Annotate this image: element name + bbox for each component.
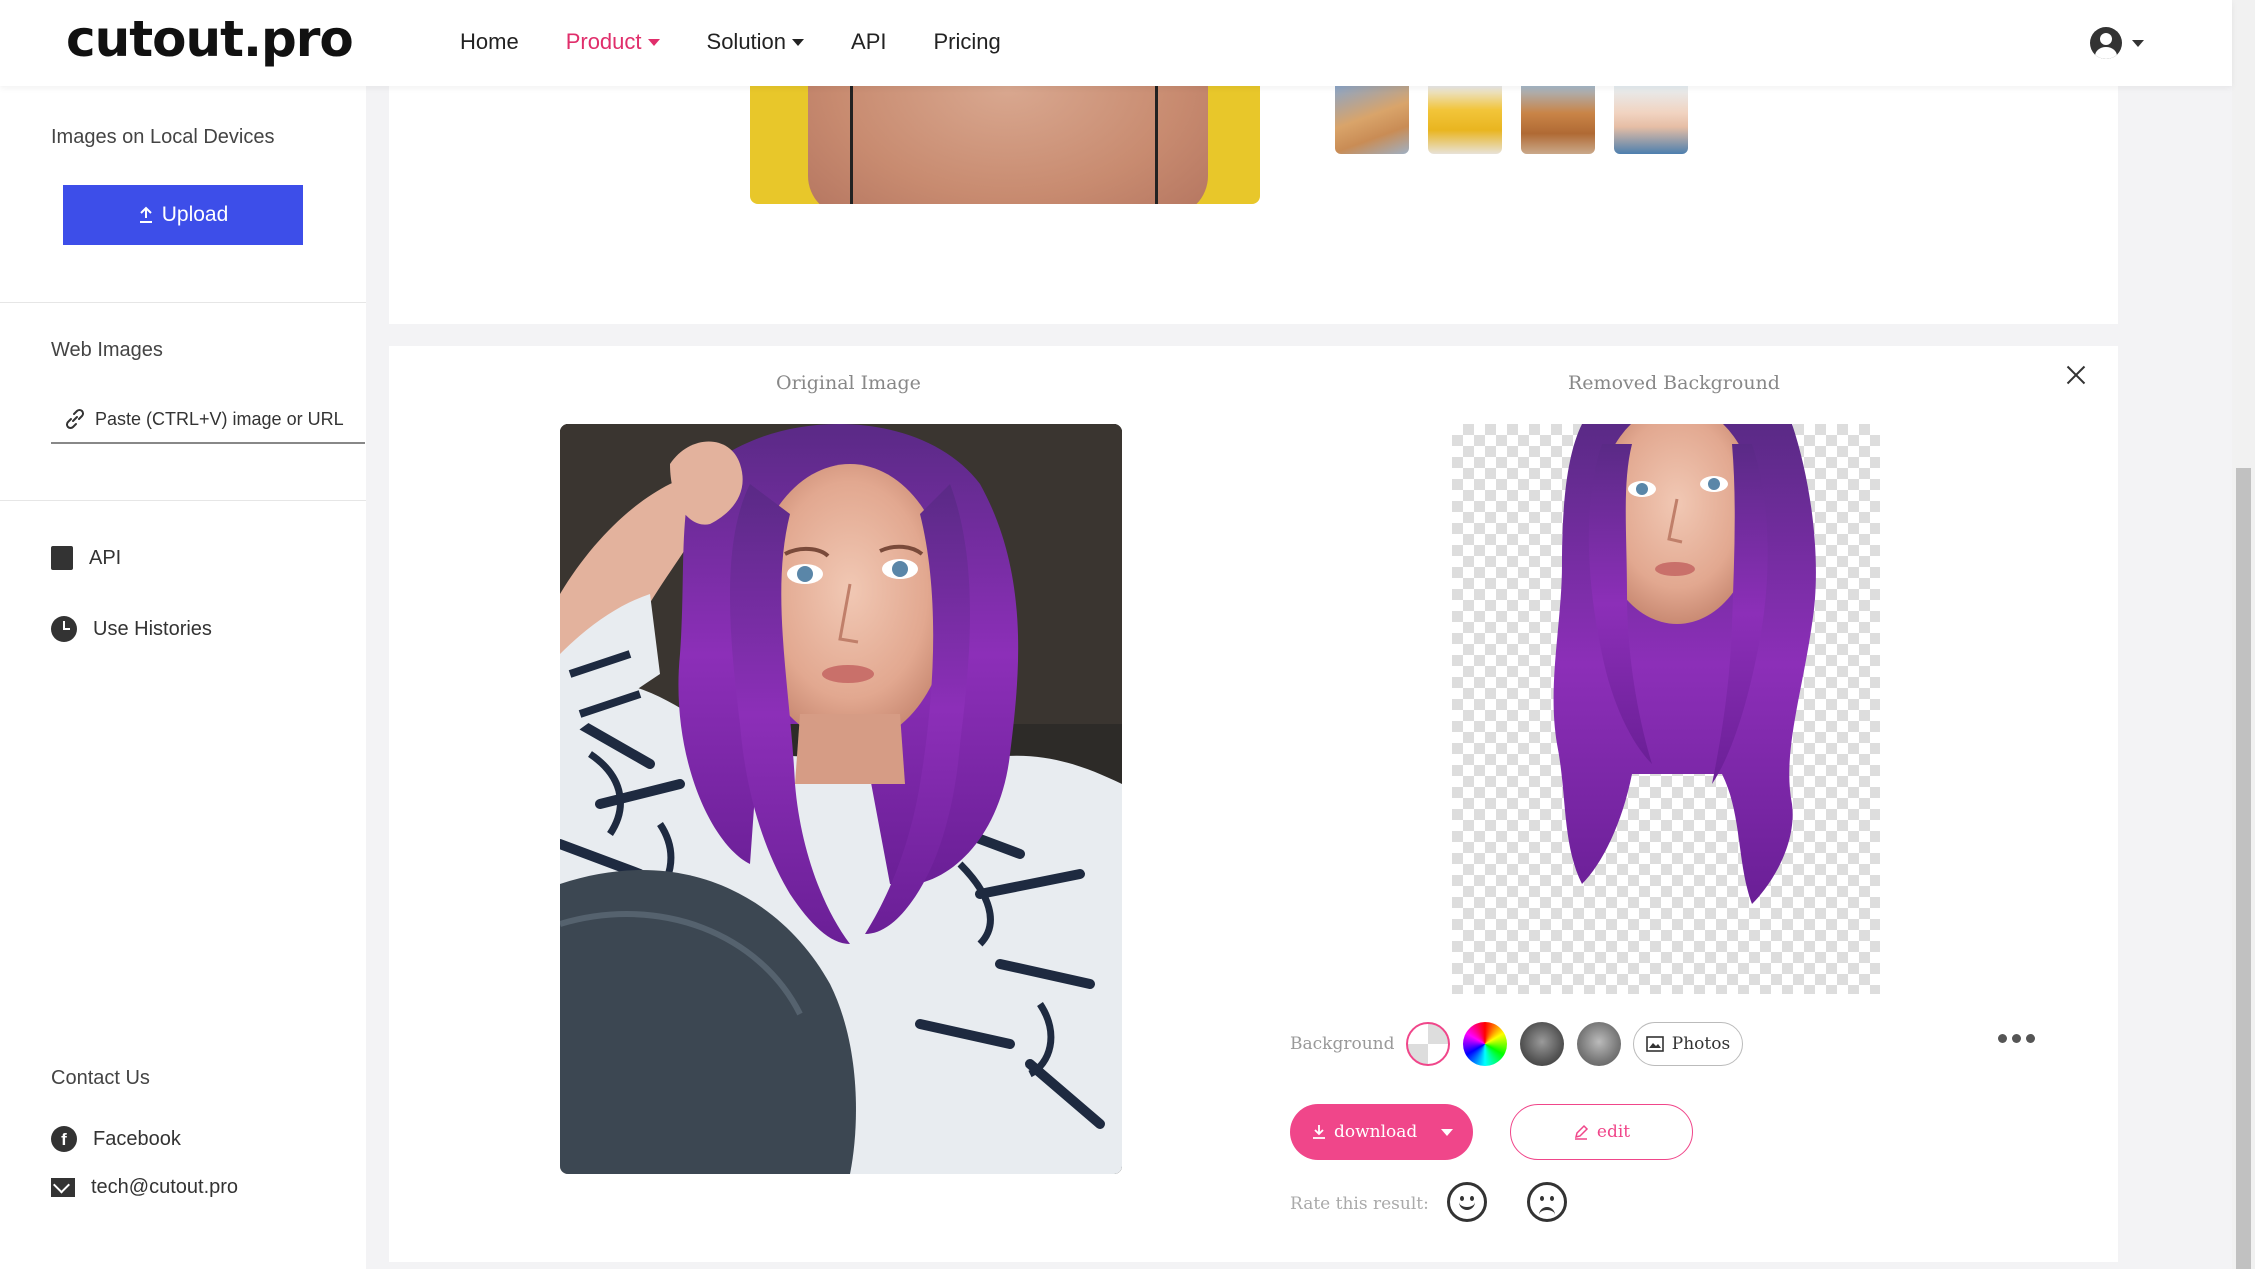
nav-product[interactable]: Product [566,29,660,55]
photos-label: Photos [1671,1034,1731,1054]
nav-api-label: API [851,29,887,54]
removed-background-image [1452,424,1880,994]
preview-strap [850,86,853,204]
paste-url-placeholder: Paste (CTRL+V) image or URL [95,408,344,429]
sidebar-item-use-histories[interactable]: Use Histories [51,616,212,642]
divider [0,302,366,303]
upload-button[interactable]: Upload [63,185,303,245]
nav-solution[interactable]: Solution [707,29,805,55]
caret-down-icon [647,38,660,46]
top-header: cutout.pro Home Product Solution API Pri… [0,0,2232,86]
image-icon [1645,1036,1664,1052]
main-nav: Home Product Solution API Pricing [460,29,1048,55]
api-icon [51,546,73,570]
clock-icon [51,616,77,642]
download-label: download [1334,1122,1418,1142]
photo-bg-swatch-2[interactable] [1577,1022,1621,1066]
nav-pricing[interactable]: Pricing [934,29,1001,55]
edit-label: edit [1596,1122,1631,1142]
link-icon [65,408,85,430]
nav-api[interactable]: API [851,29,886,55]
upload-icon [139,206,152,223]
preview-strap [1155,86,1158,204]
pencil-icon [1574,1124,1588,1140]
sidebar-item-label: Use Histories [93,617,212,640]
rate-label: Rate this result: [1290,1194,1429,1214]
result-panel: Original Image Removed Background Backgr… [389,346,2118,1262]
more-options-icon[interactable] [1998,1034,2035,1043]
user-avatar-icon [2090,27,2122,59]
scrollbar-thumb[interactable] [2236,468,2251,1269]
color-picker-swatch[interactable] [1463,1022,1507,1066]
cutout-illustration [1553,424,1816,904]
original-photo-illustration [560,424,1122,1174]
divider [0,500,366,501]
contact-label: Facebook [93,1127,181,1150]
original-image [560,424,1122,1174]
logo[interactable]: cutout.pro [66,10,354,68]
caret-down-icon [2132,39,2144,47]
nav-home-label: Home [460,29,519,54]
caret-down-icon [792,38,805,46]
mail-icon [51,1178,75,1197]
happy-face-icon[interactable] [1447,1182,1487,1222]
nav-home[interactable]: Home [460,29,519,55]
sidebar-item-label: API [89,546,122,569]
preview-skin [808,86,1208,204]
removed-background-label: Removed Background [1568,372,1780,394]
page-scrollbar[interactable] [2232,0,2255,1269]
sample-thumbnail-child[interactable] [1428,86,1502,154]
nav-solution-label: Solution [706,29,787,54]
facebook-icon: f [51,1126,77,1152]
sidebar: Images on Local Devices Upload Web Image… [0,86,366,1269]
sample-thumbnail-baby[interactable] [1614,86,1688,154]
download-button[interactable]: download [1290,1104,1473,1160]
contact-facebook[interactable]: f Facebook [51,1126,181,1152]
caret-down-icon[interactable] [1441,1129,1453,1136]
sample-thumbnail-dog[interactable] [1521,86,1595,154]
paste-url-input[interactable]: Paste (CTRL+V) image or URL [51,396,365,444]
original-image-label: Original Image [776,372,921,394]
edit-button[interactable]: edit [1510,1104,1693,1160]
sad-face-icon[interactable] [1527,1182,1567,1222]
nav-product-label: Product [565,29,642,54]
contact-us-title: Contact Us [51,1067,150,1089]
transparent-swatch[interactable] [1406,1022,1450,1066]
local-devices-title: Images on Local Devices [51,126,275,148]
contact-label: tech@cutout.pro [91,1176,239,1198]
background-label: Background [1290,1034,1395,1054]
sample-panel [389,86,2118,324]
photo-bg-swatch-1[interactable] [1520,1022,1564,1066]
close-icon[interactable] [2064,363,2088,387]
photos-button[interactable]: Photos [1633,1022,1743,1066]
upload-label: Upload [161,203,229,226]
nav-pricing-label: Pricing [933,29,1001,54]
sample-preview-image [750,86,1260,204]
download-icon [1313,1125,1325,1139]
web-images-title: Web Images [51,339,163,361]
sample-thumbnail-cat[interactable] [1335,86,1409,154]
sidebar-item-api[interactable]: API [51,546,121,570]
contact-email[interactable]: tech@cutout.pro [51,1176,238,1199]
account-menu[interactable] [2090,27,2144,59]
